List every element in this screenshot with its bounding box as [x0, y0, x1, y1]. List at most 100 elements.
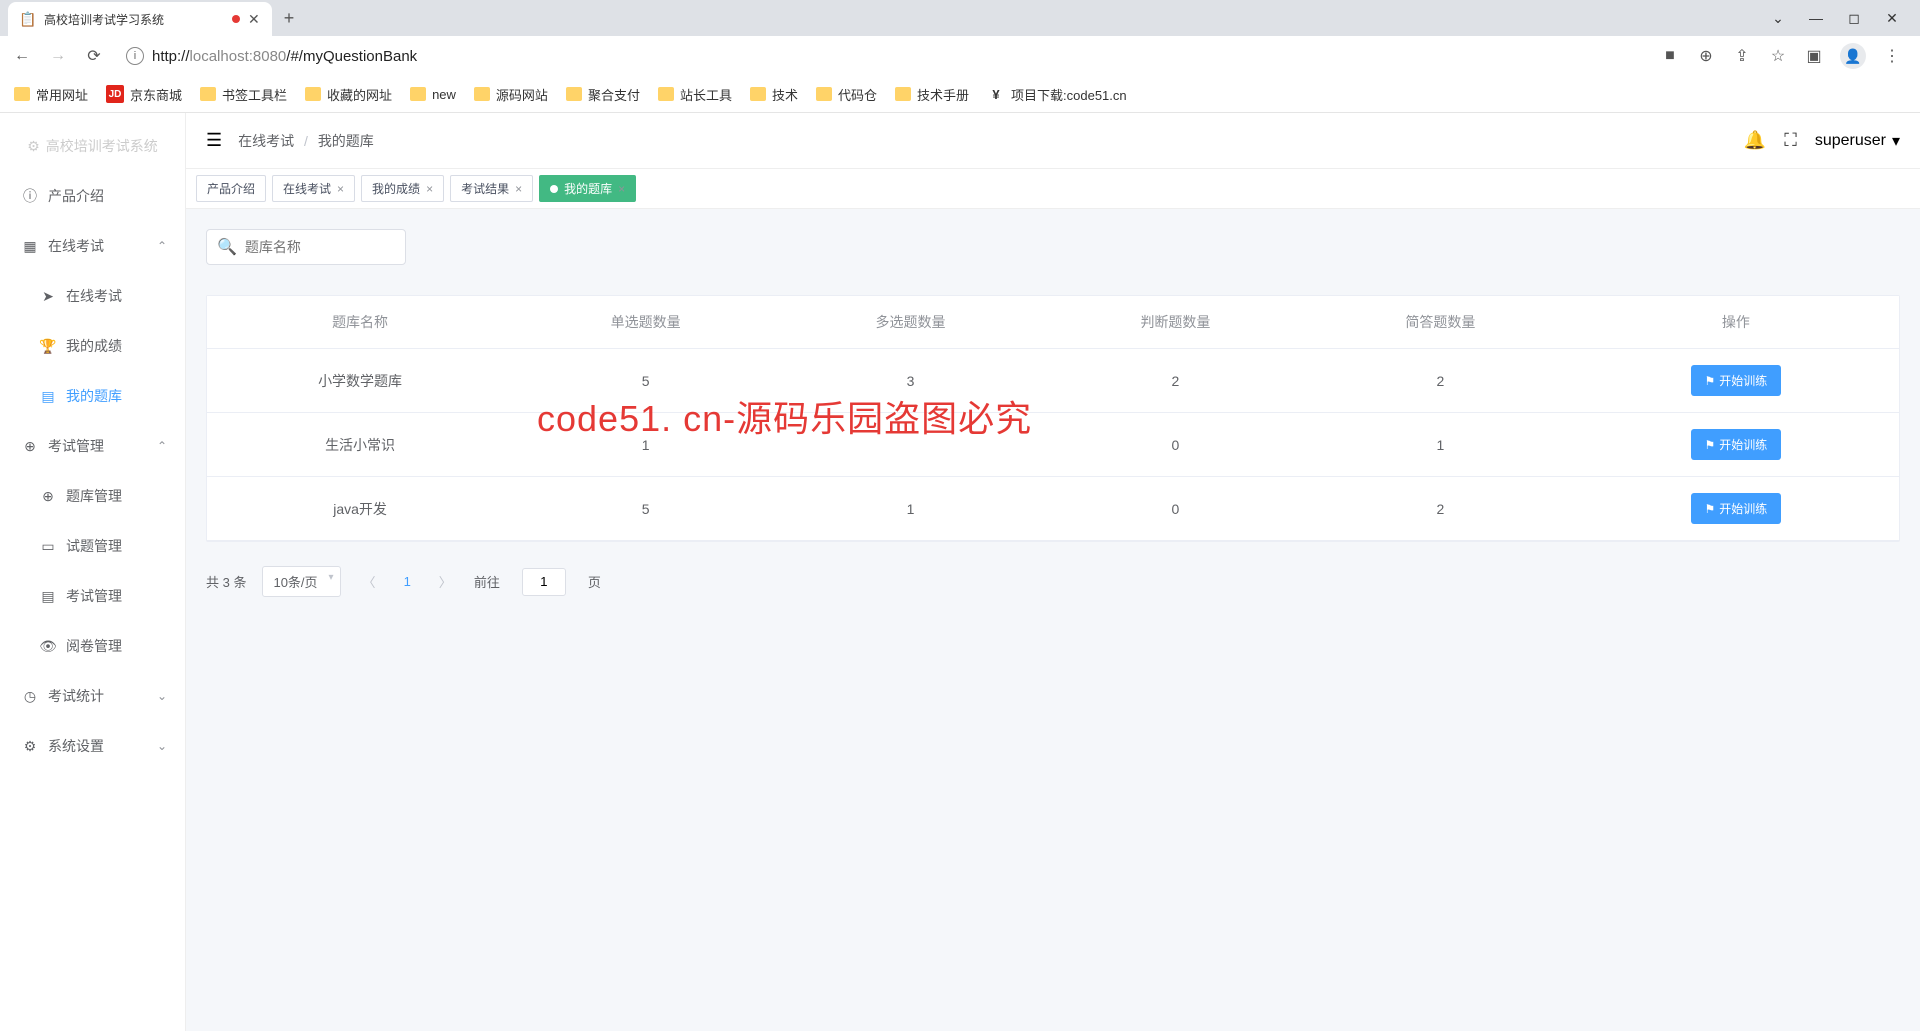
goto-page-input[interactable]: [522, 568, 566, 596]
page-tab[interactable]: 产品介绍: [196, 175, 266, 202]
sidebar-subitem[interactable]: 🏆我的成绩: [0, 321, 185, 371]
tab-close-icon[interactable]: ×: [618, 182, 625, 196]
page-tabs: 产品介绍在线考试×我的成绩×考试结果×我的题库×: [186, 169, 1920, 209]
bookmark-label: 常用网址: [36, 85, 88, 104]
sidebar-item-label: 考试统计: [48, 686, 104, 706]
bookmark-item[interactable]: 站长工具: [658, 85, 732, 104]
table-cell: 0: [1043, 413, 1308, 477]
chevron-icon: ⌃: [157, 439, 167, 453]
bookmark-item[interactable]: new: [410, 87, 456, 102]
flag-icon: ⚑: [1705, 374, 1716, 388]
content-area: 🔍 题库名称单选题数量多选题数量判断题数量简答题数量操作 小学数学题库5322⚑…: [186, 209, 1920, 617]
sidebar-item-label: 考试管理: [66, 586, 122, 606]
sidebar-subitem[interactable]: ▤考试管理: [0, 571, 185, 621]
tab-close-icon[interactable]: ×: [426, 182, 433, 196]
sidebar-item[interactable]: ⓘ产品介绍: [0, 171, 185, 221]
table-action-cell: ⚑开始训练: [1573, 477, 1899, 541]
nav-forward-button[interactable]: →: [46, 44, 70, 68]
tab-favicon: 📋: [20, 11, 36, 27]
extensions-icon[interactable]: ▣: [1804, 46, 1824, 66]
logo-text: 高校培训考试系统: [46, 136, 158, 156]
tab-close-icon[interactable]: ✕: [248, 11, 260, 28]
flag-icon: ⚑: [1705, 438, 1716, 452]
bookmark-item[interactable]: 技术手册: [895, 85, 969, 104]
active-dot-icon: [550, 185, 558, 193]
url-input[interactable]: i http://localhost:8080/#/myQuestionBank: [118, 47, 1648, 65]
window-minimize-icon[interactable]: —: [1806, 10, 1826, 26]
bookmark-star-icon[interactable]: ☆: [1768, 46, 1788, 66]
bookmark-item[interactable]: 常用网址: [14, 85, 88, 104]
folder-icon: [305, 87, 321, 101]
bell-icon[interactable]: 🔔: [1744, 130, 1766, 151]
url-host: localhost: [190, 48, 249, 65]
breadcrumb-separator: /: [304, 133, 308, 149]
page-tab[interactable]: 我的成绩 ×: [361, 175, 444, 202]
fullscreen-icon[interactable]: ⛶: [1784, 130, 1797, 151]
folder-icon: [750, 87, 766, 101]
tab-close-icon[interactable]: ×: [515, 182, 522, 196]
share-icon[interactable]: ⇪: [1732, 46, 1752, 66]
sidebar-subitem[interactable]: ▤我的题库: [0, 371, 185, 421]
page-tab[interactable]: 在线考试×: [272, 175, 355, 202]
search-box[interactable]: 🔍: [206, 229, 406, 265]
table-cell: java开发: [207, 477, 513, 541]
page-tab-label: 产品介绍: [207, 180, 255, 197]
table-action-cell: ⚑开始训练: [1573, 413, 1899, 477]
sidebar-item[interactable]: ▦在线考试⌃: [0, 221, 185, 271]
start-training-button[interactable]: ⚑开始训练: [1691, 493, 1782, 524]
user-menu[interactable]: superuser ▾: [1815, 131, 1900, 151]
page-number[interactable]: 1: [398, 574, 417, 589]
sidebar-subitem[interactable]: 👁阅卷管理: [0, 621, 185, 671]
window-close-icon[interactable]: ✕: [1882, 10, 1902, 27]
nav-reload-button[interactable]: ⟳: [82, 44, 106, 68]
breadcrumb-item[interactable]: 在线考试: [238, 133, 294, 149]
camera-icon[interactable]: ■: [1660, 46, 1680, 66]
table-cell: 2: [1043, 349, 1308, 413]
bookmark-item[interactable]: 代码仓: [816, 85, 877, 104]
bookmark-item[interactable]: 聚合支付: [566, 85, 640, 104]
page-tab[interactable]: 我的题库×: [539, 175, 636, 202]
start-training-button[interactable]: ⚑开始训练: [1691, 365, 1782, 396]
sidebar-item-label: 我的成绩: [66, 336, 122, 356]
sidebar-toggle-icon[interactable]: ☰: [206, 130, 222, 151]
sidebar-subitem[interactable]: ⊕题库管理: [0, 471, 185, 521]
sidebar-item[interactable]: ⊕考试管理⌃: [0, 421, 185, 471]
site-info-icon[interactable]: i: [126, 47, 144, 65]
bookmark-item[interactable]: ¥项目下载:code51.cn: [987, 85, 1127, 104]
username: superuser: [1815, 132, 1886, 150]
gear-icon: ⚙: [27, 138, 40, 155]
sidebar-subitem[interactable]: ➤在线考试: [0, 271, 185, 321]
page-size-select[interactable]: 10条/页: [262, 566, 340, 597]
url-port: :8080: [249, 48, 287, 65]
browser-tab[interactable]: 📋 高校培训考试学习系统 ✕: [8, 2, 272, 36]
tab-close-icon[interactable]: ×: [337, 182, 344, 196]
sidebar-item-icon: ▦: [22, 238, 38, 255]
window-dropdown-icon[interactable]: ⌄: [1768, 10, 1788, 27]
sidebar-item-icon: ▭: [40, 538, 56, 555]
start-training-button[interactable]: ⚑开始训练: [1691, 429, 1782, 460]
prev-page-button[interactable]: 〈: [357, 572, 382, 591]
bookmark-item[interactable]: 书签工具栏: [200, 85, 287, 104]
sidebar-subitem[interactable]: ▭试题管理: [0, 521, 185, 571]
chevron-icon: ⌃: [157, 239, 167, 253]
bookmark-label: 聚合支付: [588, 85, 640, 104]
bookmark-label: 京东商城: [130, 85, 182, 104]
search-input[interactable]: [245, 239, 426, 255]
table-cell: 1: [513, 413, 778, 477]
bookmark-item[interactable]: 收藏的网址: [305, 85, 392, 104]
sidebar-item[interactable]: ⚙系统设置⌄: [0, 721, 185, 771]
sidebar-item[interactable]: ◷考试统计⌄: [0, 671, 185, 721]
new-tab-button[interactable]: +: [272, 8, 307, 29]
window-maximize-icon[interactable]: ◻: [1844, 10, 1864, 27]
profile-avatar-icon[interactable]: 👤: [1840, 43, 1866, 69]
page-tab[interactable]: 考试结果×: [450, 175, 533, 202]
bookmark-item[interactable]: JD 京东商城: [106, 85, 182, 104]
nav-back-button[interactable]: ←: [10, 44, 34, 68]
jd-icon: JD: [106, 85, 124, 103]
zoom-icon[interactable]: ⊕: [1696, 46, 1716, 66]
bookmark-item[interactable]: 源码网站: [474, 85, 548, 104]
page-tab-label: 我的成绩: [372, 180, 420, 197]
menu-icon[interactable]: ⋮: [1882, 46, 1902, 66]
next-page-button[interactable]: 〉: [433, 572, 458, 591]
bookmark-item[interactable]: 技术: [750, 85, 798, 104]
